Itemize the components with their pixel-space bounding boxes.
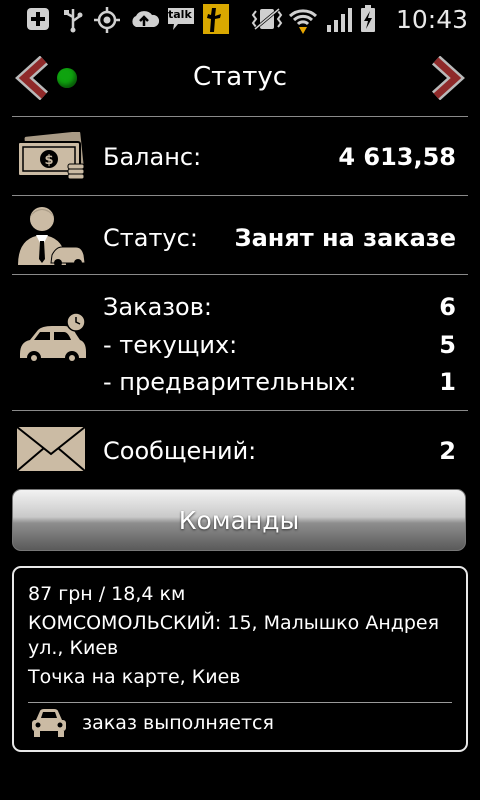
order-destination: Точка на карте, Киев xyxy=(28,666,241,688)
commands-button[interactable]: Команды xyxy=(12,489,466,551)
signal-icon xyxy=(327,8,352,32)
messages-value: 2 xyxy=(439,437,456,465)
svg-text:$: $ xyxy=(44,153,53,168)
car-clock-icon xyxy=(20,312,86,365)
status-value: Занят на заказе xyxy=(234,224,456,252)
battery-charging-icon xyxy=(361,5,375,32)
app-icon xyxy=(203,4,229,34)
clock: 10:43 xyxy=(395,5,468,34)
status-bar: talk 10:43 xyxy=(0,0,480,38)
talk-icon: talk xyxy=(166,6,196,32)
card-divider xyxy=(28,702,452,703)
divider xyxy=(12,274,468,275)
order-state: заказ выполняется xyxy=(82,712,274,734)
divider xyxy=(12,410,468,411)
orders-current-value: 5 xyxy=(439,331,456,359)
cloud-upload-icon xyxy=(132,11,160,27)
order-card[interactable]: 87 грн / 18,4 км КОМСОМОЛЬСКИЙ: 15, Малы… xyxy=(12,566,468,752)
divider xyxy=(12,116,468,117)
add-icon xyxy=(27,8,49,30)
orders-current-label: - текущих: xyxy=(103,331,238,359)
balance-label: Баланс: xyxy=(103,143,202,171)
driver-icon xyxy=(18,207,86,267)
messages-label: Сообщений: xyxy=(103,437,257,465)
status-label: Статус: xyxy=(103,224,198,252)
order-address-line2: ул., Киев xyxy=(28,637,119,659)
envelope-icon xyxy=(16,426,86,472)
usb-icon xyxy=(64,9,83,33)
orders-total-value: 6 xyxy=(439,293,456,321)
gps-icon xyxy=(94,7,120,33)
wifi-icon xyxy=(288,9,318,34)
money-icon: $ xyxy=(17,132,85,180)
orders-preliminary-label: - предварительных: xyxy=(103,368,357,396)
balance-value: 4 613,58 xyxy=(338,143,456,171)
vibrate-icon xyxy=(251,7,283,31)
order-price-distance: 87 грн / 18,4 км xyxy=(28,583,186,605)
divider xyxy=(12,195,468,196)
talk-label: talk xyxy=(168,8,192,21)
orders-total-label: Заказов: xyxy=(103,293,212,321)
order-address-line1: КОМСОМОЛЬСКИЙ: 15, Малышко Андрея xyxy=(28,612,440,634)
car-front-icon xyxy=(32,709,66,737)
orders-preliminary-value: 1 xyxy=(439,368,456,396)
page-title: Статус xyxy=(192,62,288,92)
next-arrow-button[interactable] xyxy=(426,56,466,100)
